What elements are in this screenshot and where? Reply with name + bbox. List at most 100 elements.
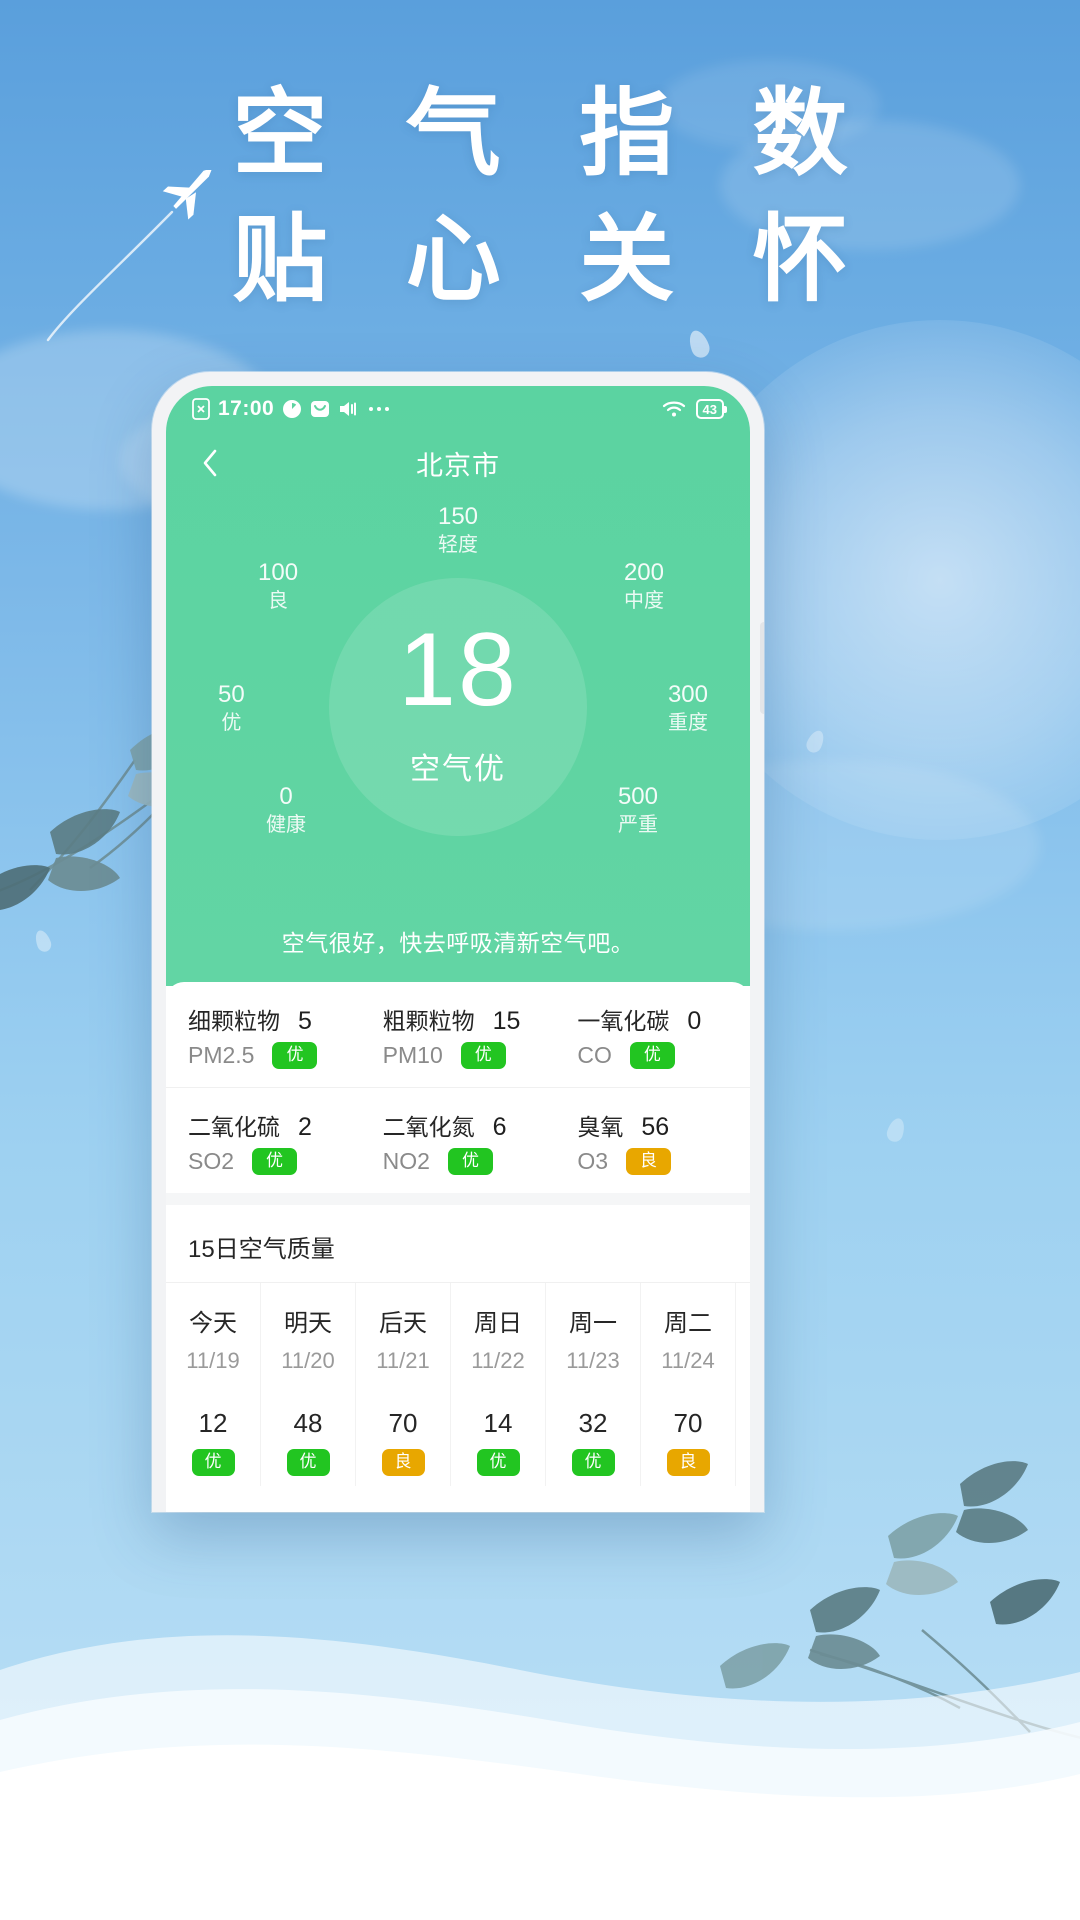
gauge-tick-200: 200 中度	[624, 558, 664, 614]
aqi-advice-text: 空气很好，快去呼吸清新空气吧。	[281, 930, 635, 956]
bottom-wave	[0, 1635, 1080, 1920]
forecast-day-column[interactable]: 后天 11/21 70 良	[356, 1283, 451, 1486]
forecast-date: 11/24	[661, 1348, 715, 1373]
speaker-mute-icon	[338, 399, 360, 419]
tick-label: 严重	[617, 814, 658, 836]
forecast-day-label: 周一	[569, 1310, 617, 1337]
more-dots-icon	[368, 405, 390, 413]
forecast-date: 11/20	[281, 1348, 335, 1373]
poster-headline: 空 气 指 数 贴 心 关 怀	[0, 78, 1080, 316]
pollutant-cell: 细颗粒物 5 PM2.5 优	[166, 982, 361, 1088]
pollutant-quality-badge: 优	[252, 1148, 298, 1175]
forecast-day-label: 今天	[189, 1310, 237, 1337]
water-drop-icon	[685, 327, 713, 361]
pollutant-value: 2	[298, 1113, 312, 1141]
forecast-aqi-value: 70	[388, 1408, 418, 1438]
sim-card-off-icon	[192, 398, 210, 420]
pollutant-quality-badge: 优	[460, 1042, 506, 1069]
phone-screen: 17:00 43 北京市 18 空气优 150 轻度 100 良 200 中度 …	[166, 386, 750, 1512]
forecast-quality-badge: 良	[381, 1449, 425, 1476]
pollutant-code: NO2	[382, 1148, 430, 1174]
pollutant-code: PM10	[382, 1042, 443, 1068]
tick-label: 重度	[667, 712, 708, 734]
tick-value: 150	[437, 503, 479, 530]
forecast-aqi-value: 70	[673, 1408, 703, 1438]
phone-mockup: 17:00 43 北京市 18 空气优 150 轻度 100 良 200 中度 …	[152, 372, 764, 1512]
clock-icon	[282, 399, 302, 419]
forecast-date: 11/19	[186, 1348, 240, 1373]
poster-background: 空 气 指 数 贴 心 关 怀 17:00 43 北京市 18 空气优 150 …	[0, 0, 1080, 1920]
tick-label: 中度	[623, 590, 664, 612]
gauge-tick-300: 300 重度	[668, 680, 708, 736]
pollutant-name: 细颗粒物	[188, 1008, 280, 1034]
tick-value: 50	[218, 681, 245, 708]
forecast-aqi-value: 48	[293, 1408, 323, 1438]
forecast-day-label: 后天	[379, 1310, 427, 1337]
gauge-tick-0: 0 健康	[266, 782, 306, 838]
pollutant-code: PM2.5	[188, 1042, 255, 1068]
tick-value: 300	[667, 681, 708, 708]
wifi-icon	[662, 400, 686, 418]
forecast-aqi-value: 14	[483, 1408, 513, 1438]
pollutant-code: SO2	[188, 1148, 235, 1174]
pollutant-cell: 臭氧 56 O3 良	[555, 1088, 750, 1193]
app-navbar: 北京市	[166, 432, 750, 494]
forecast-day-column[interactable]: 周日 11/22 14 优	[451, 1283, 546, 1486]
aqi-gauge: 18 空气优 150 轻度 100 良 200 中度 50 优 300 重度 0…	[166, 500, 750, 900]
forecast-date: 11/21	[376, 1348, 430, 1373]
forecast-day-column[interactable]: 今天 11/19 12 优	[166, 1283, 261, 1486]
status-bar: 17:00 43	[166, 386, 750, 432]
pollutant-cell: 一氧化碳 0 CO 优	[555, 982, 750, 1088]
forecast-day-label: 明天	[284, 1310, 332, 1337]
pollutant-quality-badge: 优	[272, 1042, 318, 1069]
pollutant-name: 臭氧	[577, 1114, 624, 1140]
gauge-tick-500: 500 严重	[618, 782, 658, 838]
forecast-quality-badge: 优	[476, 1449, 520, 1476]
mail-icon	[310, 399, 330, 419]
forecast-quality-badge: 优	[191, 1449, 235, 1476]
pollutant-code: O3	[577, 1148, 609, 1174]
pollutant-name: 二氧化硫	[188, 1114, 280, 1140]
battery-indicator: 43	[695, 399, 728, 419]
aqi-level-label: 空气优	[410, 753, 506, 786]
forecast-aqi-value: 12	[198, 1408, 228, 1438]
gauge-tick-100: 100 良	[258, 558, 298, 614]
pollutant-value: 6	[492, 1113, 507, 1141]
forecast-date: 11/23	[566, 1348, 620, 1373]
tick-value: 500	[617, 783, 658, 810]
tick-label: 健康	[266, 814, 306, 836]
forecast-scroller[interactable]: 今天 11/19 12 优 明天 11/20 48 优 后天 11/21 70 良 周日 11/22 14 优…	[166, 1282, 750, 1486]
pollutant-value: 0	[687, 1007, 702, 1035]
tick-value: 0	[279, 783, 293, 810]
pollutant-cell: 粗颗粒物 15 PM10 优	[360, 982, 556, 1088]
headline-line-1: 空 气 指 数	[232, 81, 874, 187]
pollutant-cell: 二氧化氮 6 NO2 优	[361, 1088, 556, 1193]
tick-label: 优	[221, 712, 242, 734]
pollutant-grid: 细颗粒物 5 PM2.5 优粗颗粒物 15 PM10 优一氧化碳 0 CO 优二氧化硫 2 SO2 优二…	[166, 982, 750, 1193]
tick-label: 良	[268, 590, 289, 612]
pollutant-name: 一氧化碳	[577, 1008, 670, 1034]
pollutant-name: 二氧化氮	[382, 1114, 475, 1140]
headline-line-2: 贴 心 关 怀	[232, 207, 874, 313]
forecast-title: 15日空气质量	[188, 1236, 335, 1263]
water-drop-icon	[884, 1116, 908, 1144]
back-button[interactable]	[190, 443, 230, 483]
forecast-quality-badge: 优	[286, 1449, 330, 1476]
gauge-tick-150: 150 轻度	[438, 502, 478, 558]
gauge-tick-50: 50 优	[218, 680, 245, 736]
pollutant-cell: 二氧化硫 2 SO2 优	[166, 1088, 361, 1193]
pollutant-quality-badge: 良	[626, 1148, 672, 1175]
tick-value: 100	[258, 559, 299, 586]
forecast-day-column[interactable]: 明天 11/20 48 优	[261, 1283, 356, 1486]
forecast-day-column[interactable]: 周一 11/23 32 优	[546, 1283, 641, 1486]
chevron-left-icon	[203, 449, 217, 477]
pollutant-value: 5	[298, 1007, 312, 1035]
pollutant-quality-badge: 优	[629, 1042, 675, 1069]
forecast-day-column[interactable]: 周二 11/24 70 良	[641, 1283, 736, 1486]
tick-value: 200	[623, 559, 664, 586]
pollutant-quality-badge: 优	[447, 1148, 493, 1175]
pollutant-value: 56	[641, 1113, 670, 1141]
pollutant-code: CO	[577, 1042, 612, 1068]
forecast-date: 11/22	[471, 1348, 525, 1373]
forecast-quality-badge: 良	[666, 1449, 710, 1476]
